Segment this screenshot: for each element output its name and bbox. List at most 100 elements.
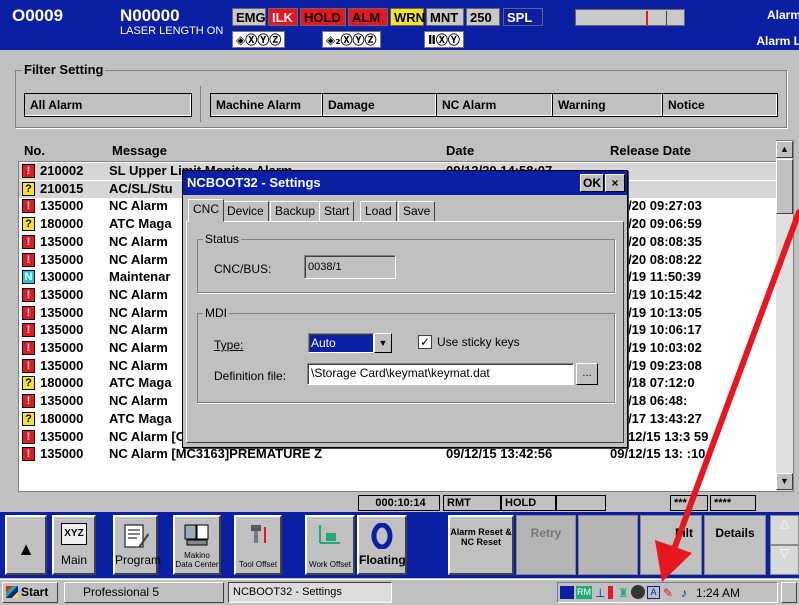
- sticky-keys-checkbox[interactable]: ✓: [418, 335, 432, 349]
- alarm-reset-button[interactable]: Alarm Reset & NC Reset: [448, 515, 514, 575]
- alarm-number: 135000: [40, 198, 84, 214]
- alarm-number: 135000: [40, 357, 84, 373]
- alarm-number: 135000: [40, 322, 84, 338]
- signal-250: 250: [466, 8, 500, 26]
- alarm-icon: !: [22, 323, 35, 338]
- tab-save[interactable]: Save: [398, 201, 436, 221]
- task-professional5[interactable]: Professional 5: [64, 582, 224, 603]
- page-up-button[interactable]: ▲: [5, 515, 47, 575]
- details-button[interactable]: Details: [704, 515, 766, 575]
- alarm-number: 135000: [40, 340, 84, 355]
- task-ncboot32[interactable]: NCBOOT32 - Settings: [228, 582, 392, 603]
- scroll-down-icon[interactable]: ▼: [776, 473, 793, 490]
- close-icon[interactable]: ×: [605, 174, 625, 192]
- tool-icon: [251, 525, 266, 543]
- browse-button[interactable]: ...: [576, 363, 598, 385]
- program-button[interactable]: Program: [113, 515, 162, 575]
- input-a-icon: A: [647, 586, 660, 599]
- col-release[interactable]: Release Date: [610, 143, 691, 158]
- alarm-message: AC/SL/Stu: [109, 180, 173, 196]
- filter-nc-alarm[interactable]: NC Alarm: [436, 93, 552, 117]
- alarm-number: 210002: [40, 163, 84, 178]
- type-label: Type:: [214, 338, 244, 352]
- sequence-number: N00000: [120, 6, 180, 25]
- definition-file-input[interactable]: \Storage Card\keymat\keymat.dat: [307, 363, 574, 385]
- alarm-number: 135000: [40, 393, 84, 409]
- desktop-icon[interactable]: [781, 582, 797, 603]
- alarm-message: ATC Maga: [109, 375, 172, 391]
- main-button[interactable]: XYZ Main: [52, 515, 96, 575]
- signal-hold: HOLD: [300, 8, 346, 26]
- computer-icon: [184, 524, 209, 546]
- ok-button[interactable]: OK: [580, 174, 604, 192]
- retry-button[interactable]: Retry: [516, 515, 576, 575]
- alarm-icon: !: [22, 252, 35, 267]
- col-date[interactable]: Date: [446, 143, 474, 158]
- status-group-title: Status: [203, 232, 242, 246]
- filter-notice[interactable]: Notice: [662, 93, 778, 117]
- tab-load[interactable]: Load: [360, 201, 397, 221]
- alarm-release-date: 09/12/15 13: :10: [610, 446, 706, 462]
- start-label: Start: [21, 585, 49, 599]
- alarm-message: ATC Maga: [109, 216, 172, 232]
- page-up-right-icon[interactable]: △: [770, 515, 799, 545]
- warning-icon: ?: [22, 181, 35, 196]
- type-select[interactable]: Auto: [308, 333, 374, 353]
- tab-start[interactable]: Start: [319, 201, 355, 221]
- alarm-number: 180000: [40, 375, 84, 391]
- alarm-message: ATC Maga: [109, 410, 172, 426]
- blank-softkey-1[interactable]: [578, 515, 638, 575]
- alarm-message: NC Alarm: [109, 233, 168, 249]
- filter-machine-alarm[interactable]: Machine Alarm: [210, 93, 322, 117]
- tab-device[interactable]: Device: [222, 201, 269, 221]
- cnc-bus-label: CNC/BUS:: [214, 262, 272, 276]
- scroll-up-icon[interactable]: ▲: [776, 141, 793, 158]
- filter-damage[interactable]: Damage: [322, 93, 436, 117]
- table-scrollbar[interactable]: ▲ ▼: [776, 141, 793, 491]
- chevron-down-icon[interactable]: ▼: [374, 333, 392, 353]
- alarm-icon: !: [22, 287, 35, 302]
- signal-ilk: ILK: [268, 8, 298, 26]
- table-row[interactable]: ! 135000 NC Alarm [MC3163]PREMATURE Z 09/12…: [19, 446, 776, 463]
- warning-icon: ?: [22, 217, 35, 232]
- filter-button[interactable]: Filt: [640, 515, 702, 575]
- mdi-group: [197, 313, 615, 403]
- col-message[interactable]: Message: [112, 143, 167, 158]
- alarm-label: Alarm: [766, 8, 799, 22]
- filter-warning[interactable]: Warning: [552, 93, 662, 117]
- status-stars-2: ****: [710, 495, 756, 511]
- notice-icon: N: [22, 270, 35, 285]
- floating-button[interactable]: Floating: [357, 515, 407, 575]
- tab-cnc[interactable]: CNC: [188, 199, 224, 222]
- alarm-date: 09/12/15 13:42:56: [446, 446, 553, 462]
- alarm-number: 135000: [40, 233, 84, 249]
- program-label: Program: [115, 553, 162, 567]
- alarm-message: NC Alarm: [109, 251, 168, 267]
- warning-icon: ?: [22, 411, 35, 426]
- warning-icon: ?: [22, 376, 35, 391]
- dialog-title: NCBOOT32 - Settings: [183, 171, 627, 195]
- load-meter: [575, 9, 685, 26]
- col-no[interactable]: No.: [24, 143, 45, 158]
- alarm-icon: !: [22, 199, 35, 214]
- run-time: 000:10:14: [358, 495, 440, 511]
- alarm-number: 135000: [40, 304, 84, 320]
- floating-icon: [371, 523, 393, 549]
- start-button[interactable]: Start: [2, 582, 58, 603]
- tool-offset-button[interactable]: Tool Offset: [234, 515, 282, 575]
- axis-group-3: ⅡⓍⓎ: [424, 31, 464, 48]
- tab-backup[interactable]: Backup: [270, 201, 321, 221]
- alarm-number: 180000: [40, 216, 84, 232]
- alarm-number: 130000: [40, 269, 84, 285]
- scroll-thumb[interactable]: [776, 159, 793, 214]
- alarm-icon: !: [22, 394, 35, 409]
- alarm-number: 135000: [40, 428, 84, 444]
- work-offset-button[interactable]: Work Offset: [305, 515, 355, 575]
- page-down-right-icon[interactable]: ▽: [770, 545, 799, 575]
- makino-data-center-button[interactable]: Makino Data Center: [173, 515, 221, 575]
- alarm-icon: !: [22, 234, 35, 249]
- alarm-message: NC Alarm: [109, 198, 168, 214]
- filter-title: Filter Setting: [22, 62, 106, 77]
- filter-all-alarm[interactable]: All Alarm: [24, 93, 192, 117]
- load-marker: [646, 11, 648, 25]
